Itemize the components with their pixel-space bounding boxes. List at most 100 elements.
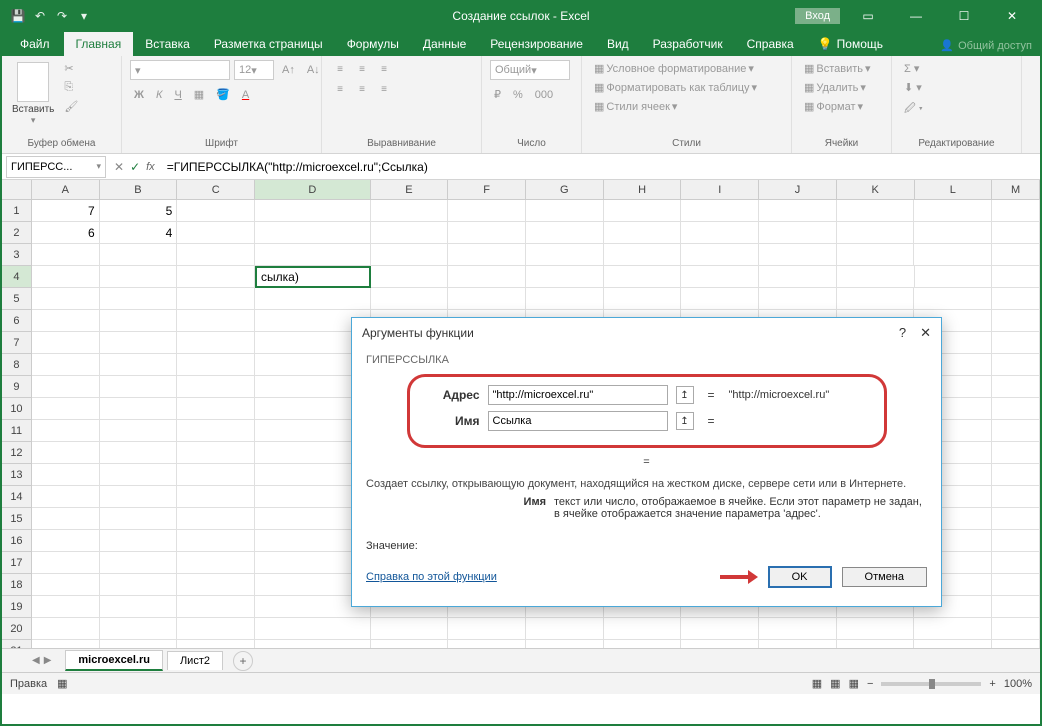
cell-G3[interactable] [526,244,604,266]
cell-C9[interactable] [177,376,255,398]
cut-icon[interactable]: ✂ [60,60,82,77]
cell-E1[interactable] [371,200,449,222]
col-header-L[interactable]: L [915,180,993,199]
cell-D21[interactable] [255,640,371,648]
redo-icon[interactable]: ↷ [54,8,70,24]
clear-icon[interactable]: 🖉 ▾ [900,98,927,121]
cell-B7[interactable] [100,332,178,354]
cell-G20[interactable] [526,618,604,640]
cell-D3[interactable] [255,244,371,266]
cell-H20[interactable] [604,618,682,640]
cell-L3[interactable] [914,244,992,266]
cell-D20[interactable] [255,618,371,640]
cell-H3[interactable] [604,244,682,266]
cell-J5[interactable] [759,288,837,310]
col-header-F[interactable]: F [448,180,526,199]
cell-F4[interactable] [448,266,526,288]
cancel-button[interactable]: Отмена [842,567,927,587]
underline-button[interactable]: Ч [170,87,185,103]
cell-J20[interactable] [759,618,837,640]
formula-input[interactable] [163,156,1040,178]
comma-icon[interactable]: 000 [531,87,557,103]
sheet-tab-1[interactable]: microexcel.ru [65,650,163,671]
cell-I20[interactable] [681,618,759,640]
bold-button[interactable]: Ж [130,87,148,103]
cell-C6[interactable] [177,310,255,332]
name-box[interactable]: ГИПЕРСС...▾ [6,156,106,178]
cell-A21[interactable] [32,640,100,648]
row-header-10[interactable]: 10 [2,398,32,420]
cell-M17[interactable] [992,552,1040,574]
select-all-corner[interactable] [2,180,32,199]
add-sheet-icon[interactable]: + [233,651,253,671]
cell-G2[interactable] [526,222,604,244]
cell-M16[interactable] [992,530,1040,552]
cell-K20[interactable] [837,618,915,640]
cell-M8[interactable] [992,354,1040,376]
cell-L21[interactable] [914,640,992,648]
col-header-G[interactable]: G [526,180,604,199]
cell-B21[interactable] [100,640,178,648]
cell-H2[interactable] [604,222,682,244]
row-header-14[interactable]: 14 [2,486,32,508]
cell-G21[interactable] [526,640,604,648]
cell-C19[interactable] [177,596,255,618]
col-header-J[interactable]: J [759,180,837,199]
row-header-16[interactable]: 16 [2,530,32,552]
cell-E20[interactable] [371,618,449,640]
cell-G5[interactable] [526,288,604,310]
cell-A17[interactable] [32,552,100,574]
row-header-20[interactable]: 20 [2,618,32,640]
cell-B4[interactable] [100,266,178,288]
cell-F1[interactable] [448,200,526,222]
dialog-close-icon[interactable]: ✕ [920,325,931,341]
zoom-out-icon[interactable]: − [867,678,873,690]
cell-C16[interactable] [177,530,255,552]
cell-M21[interactable] [992,640,1040,648]
row-header-12[interactable]: 12 [2,442,32,464]
cell-C7[interactable] [177,332,255,354]
arg2-input[interactable] [488,411,668,431]
sheet-tab-2[interactable]: Лист2 [167,651,223,670]
cell-M1[interactable] [992,200,1040,222]
cell-C20[interactable] [177,618,255,640]
cell-L5[interactable] [914,288,992,310]
zoom-in-icon[interactable]: + [989,678,995,690]
arg1-input[interactable] [488,385,668,405]
cell-C15[interactable] [177,508,255,530]
cell-I5[interactable] [681,288,759,310]
cell-A4[interactable] [32,266,100,288]
cell-D1[interactable] [255,200,371,222]
cell-J3[interactable] [759,244,837,266]
cell-A3[interactable] [32,244,100,266]
save-icon[interactable]: 💾 [10,8,26,24]
maximize-icon[interactable]: ☐ [944,2,984,30]
cell-M4[interactable] [992,266,1040,288]
row-header-7[interactable]: 7 [2,332,32,354]
cell-A16[interactable] [32,530,100,552]
cell-M6[interactable] [992,310,1040,332]
percent-icon[interactable]: % [509,87,527,103]
row-header-5[interactable]: 5 [2,288,32,310]
cell-B2[interactable]: 4 [100,222,178,244]
cell-G1[interactable] [526,200,604,222]
macro-record-icon[interactable]: ▦ [57,677,67,690]
cell-A11[interactable] [32,420,100,442]
autosum-icon[interactable]: Σ ▾ [900,60,927,77]
increase-font-icon[interactable]: A↑ [278,62,299,78]
cell-styles-button[interactable]: ▦ Стили ячеек ▾ [590,98,681,115]
col-header-B[interactable]: B [100,180,178,199]
decrease-font-icon[interactable]: A↓ [303,62,324,78]
cell-M5[interactable] [992,288,1040,310]
cell-A12[interactable] [32,442,100,464]
cell-B6[interactable] [100,310,178,332]
cell-E2[interactable] [371,222,449,244]
cell-C10[interactable] [177,398,255,420]
align-right-icon[interactable]: ≡ [374,80,394,98]
cell-L1[interactable] [914,200,992,222]
cell-K21[interactable] [837,640,915,648]
cell-C18[interactable] [177,574,255,596]
font-size-select[interactable]: 12 ▾ [234,60,274,80]
row-header-21[interactable]: 21 [2,640,32,648]
tab-formulas[interactable]: Формулы [335,32,411,56]
